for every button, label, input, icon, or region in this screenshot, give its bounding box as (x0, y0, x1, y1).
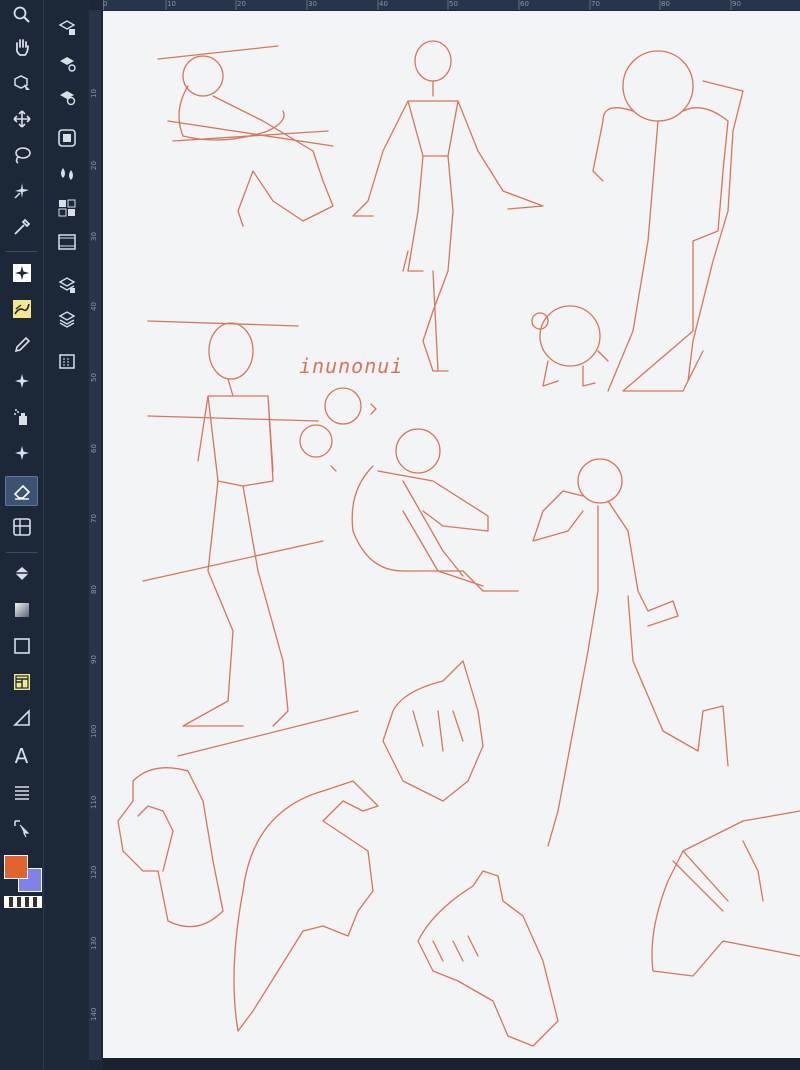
gradient-icon (14, 603, 29, 617)
airbrush-icon (13, 409, 27, 425)
ruler-label: 90 (90, 655, 98, 664)
ruler-label: 60 (90, 444, 98, 453)
gradient-tool[interactable] (5, 595, 38, 625)
ruler-label: 100 (90, 724, 98, 738)
eyedropper-tool[interactable] (5, 212, 38, 242)
hand-tool[interactable] (5, 32, 38, 62)
handwritten-text: inunonui (299, 354, 404, 378)
sub-tool-bar (44, 0, 88, 1070)
magic-wand-icon (13, 183, 29, 199)
hand-icon (15, 39, 29, 56)
tall-figure-sketch (142, 320, 359, 757)
tool-bar: A (0, 0, 44, 1070)
sparkle-tool[interactable] (5, 258, 38, 288)
sparkle-icon (14, 374, 29, 388)
rectangle-icon (13, 638, 30, 654)
object-tool[interactable] (5, 68, 38, 98)
ruler-label: 130 (90, 936, 98, 950)
layers-icon[interactable] (54, 306, 80, 332)
material-icon[interactable] (54, 195, 80, 221)
ruler-tool[interactable] (5, 703, 38, 733)
layer-property-icon[interactable] (54, 14, 80, 40)
sitting-figure-sketch (351, 428, 519, 592)
animation-icon[interactable] (54, 229, 80, 255)
canvas-bottom-edge (103, 1058, 800, 1070)
brush-tool[interactable] (5, 294, 38, 324)
sketch-drawing (117, 40, 800, 1047)
drawing-canvas[interactable]: inunonui (103, 11, 800, 1058)
ruler-label: 140 (90, 1007, 98, 1021)
hand-sketches (117, 660, 800, 1047)
text-tool[interactable]: A (5, 741, 38, 771)
bear-doodles-sketch (299, 387, 377, 472)
kneeling-figure-sketch (157, 45, 334, 227)
color-swatches[interactable] (4, 855, 42, 893)
bucket-icon (14, 567, 29, 580)
ruler-label: 20 (90, 161, 98, 170)
figure-tool[interactable] (5, 631, 38, 661)
object-select-icon (13, 75, 30, 90)
frame-icon (13, 674, 30, 690)
eraser-tool[interactable] (5, 476, 38, 506)
ruler-icon (12, 709, 30, 726)
ruler-label: 50 (90, 373, 98, 382)
ruler-label: 110 (90, 795, 98, 809)
standing-figure-sketch (352, 40, 544, 372)
main-color-swatch[interactable] (4, 855, 28, 879)
decoration-tool-2[interactable] (5, 438, 38, 468)
file-icon[interactable] (54, 348, 80, 374)
frame-tool[interactable] (5, 667, 38, 697)
layer-settings-icon[interactable] (54, 50, 80, 76)
ruler-label: 80 (90, 585, 98, 594)
horizontal-ruler: 0 10 20 30 40 50 60 70 80 90 (103, 0, 800, 10)
ruler-label: 70 (90, 514, 98, 523)
lines-icon (14, 786, 29, 800)
ruler-label: 30 (90, 232, 98, 241)
blend-icon (12, 518, 31, 536)
transparent-color-swatch[interactable] (4, 896, 42, 908)
pen-icon (14, 336, 30, 353)
teddy-bear-sketch (531, 305, 609, 387)
ruler-label: 120 (90, 865, 98, 879)
correct-line-tool[interactable] (5, 813, 38, 843)
eyedropper-icon (13, 218, 30, 235)
decoration-tool[interactable] (5, 366, 38, 396)
navigator-icon[interactable] (54, 125, 80, 151)
layer-search-icon[interactable] (54, 84, 80, 110)
ruler-label: 40 (90, 302, 98, 311)
ruler-label: 10 (90, 89, 98, 98)
blend-tool[interactable] (5, 512, 38, 542)
airbrush-tool[interactable] (5, 402, 38, 432)
move-arrows-icon (12, 110, 31, 128)
lasso-icon (14, 147, 31, 164)
sparkle-icon (12, 264, 31, 282)
pen-tool[interactable] (5, 330, 38, 360)
fill-tool[interactable] (5, 559, 38, 589)
lasso-tool[interactable] (5, 140, 38, 170)
walking-figure-sketch (532, 458, 729, 847)
layer-stack-icon[interactable] (54, 272, 80, 298)
leaning-figure-sketch (592, 50, 744, 392)
color-mix-icon[interactable] (54, 161, 80, 187)
text-icon: A (14, 744, 29, 768)
correct-line-icon (13, 820, 29, 838)
sparkle-icon (14, 446, 29, 460)
magic-wand-tool[interactable] (5, 176, 38, 206)
balloon-tool[interactable] (5, 777, 38, 807)
brush-icon (12, 300, 31, 318)
zoom-tool[interactable] (5, 0, 38, 30)
move-tool[interactable] (5, 104, 38, 134)
eraser-icon (13, 484, 30, 500)
vertical-ruler: 10 20 30 40 50 60 70 80 90 100 110 120 1… (89, 10, 101, 1060)
magnifier-icon (13, 6, 30, 23)
